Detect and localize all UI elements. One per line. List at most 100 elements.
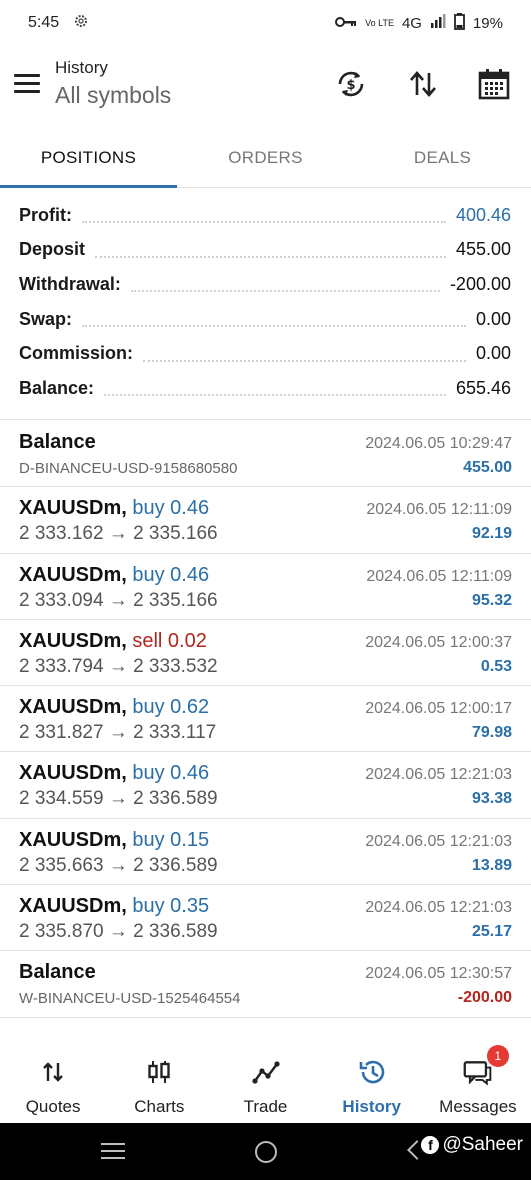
item-title: XAUUSDm, buy 0.15 xyxy=(19,829,209,852)
list-item[interactable]: XAUUSDm, sell 0.02 2 333.794 → 2 333.532… xyxy=(0,620,531,687)
item-time: 2024.06.05 12:11:09 xyxy=(366,567,512,585)
tab-positions[interactable]: POSITIONS xyxy=(0,128,177,188)
list-item[interactable]: XAUUSDm, buy 0.15 2 335.663 → 2 336.589 … xyxy=(0,819,531,886)
summary-value: 455.00 xyxy=(455,239,511,260)
item-amount: 95.32 xyxy=(471,591,512,609)
item-amount: 13.89 xyxy=(471,856,512,874)
item-prices: 2 335.870 → 2 336.589 xyxy=(19,921,218,943)
list-item[interactable]: XAUUSDm, buy 0.46 2 334.559 → 2 336.589 … xyxy=(0,752,531,819)
list-item[interactable]: XAUUSDm, buy 0.62 2 331.827 → 2 333.117 … xyxy=(0,686,531,753)
summary-label: Withdrawal: xyxy=(19,273,121,294)
status-bar: 5:45 Vo LTE 4G 19% xyxy=(0,0,531,46)
item-amount: 79.98 xyxy=(471,724,512,742)
item-amount: 93.38 xyxy=(471,790,512,808)
nav-label: Charts xyxy=(134,1097,185,1116)
item-amount: 25.17 xyxy=(471,923,512,941)
sync-currency-icon[interactable]: $ xyxy=(331,64,371,104)
recent-apps-icon[interactable] xyxy=(101,1143,125,1164)
tab-orders[interactable]: ORDERS xyxy=(177,128,354,187)
battery-percent: 19% xyxy=(472,14,503,32)
list-item[interactable]: XAUUSDm, buy 0.46 2 333.162 → 2 335.166 … xyxy=(0,487,531,554)
summary-row-commission: Commission: 0.00 xyxy=(0,336,531,371)
item-title: XAUUSDm, sell 0.02 xyxy=(19,630,207,653)
nav-label: History xyxy=(342,1097,401,1116)
sort-icon[interactable] xyxy=(403,64,443,104)
item-title: XAUUSDm, buy 0.46 xyxy=(19,564,209,587)
summary-row-swap: Swap: 0.00 xyxy=(0,302,531,337)
item-comment: W-BINANCEU-USD-1525464554 xyxy=(19,990,241,1008)
summary-label: Swap: xyxy=(19,308,73,329)
item-symbol: XAUUSDm, xyxy=(19,696,127,719)
item-time: 2024.06.05 12:30:57 xyxy=(365,965,512,983)
summary-label: Commission: xyxy=(19,343,134,364)
home-icon[interactable] xyxy=(255,1141,277,1163)
item-action: buy 0.46 xyxy=(132,563,210,586)
tab-deals[interactable]: DEALS xyxy=(354,128,531,187)
nav-messages[interactable]: 1 Messages xyxy=(425,1045,531,1123)
nav-trade[interactable]: Trade xyxy=(212,1045,318,1123)
summary-label: Deposit xyxy=(19,239,86,260)
summary-value: -200.00 xyxy=(449,273,511,294)
item-title: XAUUSDm, buy 0.35 xyxy=(19,895,209,918)
list-item[interactable]: XAUUSDm, buy 0.46 2 333.094 → 2 335.166 … xyxy=(0,554,531,620)
bottom-navigation: Quotes Charts Trade History 1 Messages xyxy=(0,1045,531,1123)
item-prices: 2 333.094 → 2 335.166 xyxy=(19,589,218,611)
trade-icon xyxy=(251,1057,281,1087)
nav-history[interactable]: History xyxy=(319,1045,425,1123)
item-time: 2024.06.05 12:21:03 xyxy=(365,832,512,850)
page-title: History xyxy=(55,58,108,77)
item-symbol: XAUUSDm, xyxy=(19,629,127,652)
item-symbol: XAUUSDm, xyxy=(19,828,127,851)
dotted-leader xyxy=(95,238,446,258)
svg-text:$: $ xyxy=(346,78,355,93)
summary-value: 0.00 xyxy=(475,343,511,364)
dotted-leader xyxy=(82,307,466,328)
account-summary: Profit: 400.46 Deposit 455.00 Withdrawal… xyxy=(0,198,531,406)
facebook-logo-icon: f xyxy=(421,1136,440,1154)
summary-row-withdrawal: Withdrawal: -200.00 xyxy=(0,267,531,302)
app-bar: History All symbols $ xyxy=(0,46,531,128)
calendar-icon[interactable] xyxy=(474,64,514,104)
item-prices: 2 333.162 → 2 335.166 xyxy=(19,523,218,545)
nav-label: Quotes xyxy=(25,1097,81,1116)
summary-value: 655.46 xyxy=(455,377,511,398)
volte-label: Vo LTE xyxy=(365,17,394,28)
item-title: XAUUSDm, buy 0.46 xyxy=(19,762,209,785)
item-symbol: XAUUSDm, xyxy=(19,895,127,918)
battery-icon xyxy=(454,12,465,34)
summary-label: Profit: xyxy=(19,204,72,225)
charts-icon xyxy=(144,1057,174,1087)
item-amount: 92.19 xyxy=(471,525,512,543)
summary-row-deposit: Deposit 455.00 xyxy=(0,233,531,268)
item-amount: -200.00 xyxy=(457,989,512,1007)
item-prices: 2 333.794 → 2 333.532 xyxy=(19,655,218,677)
tab-bar: POSITIONS ORDERS DEALS xyxy=(0,128,531,188)
item-time: 2024.06.05 10:29:47 xyxy=(365,435,512,452)
item-symbol: XAUUSDm, xyxy=(19,497,127,520)
network-type: 4G xyxy=(401,14,422,32)
list-item[interactable]: Balance W-BINANCEU-USD-1525464554 2024.0… xyxy=(0,951,531,1018)
item-time: 2024.06.05 12:00:17 xyxy=(365,700,512,718)
item-symbol: XAUUSDm, xyxy=(19,563,127,586)
nav-charts[interactable]: Charts xyxy=(106,1045,212,1123)
watermark: f @Saheer xyxy=(421,1134,523,1156)
item-title: Balance xyxy=(19,431,96,453)
key-icon xyxy=(335,15,357,32)
item-action: sell 0.02 xyxy=(132,629,207,652)
list-item[interactable]: Balance D-BINANCEU-USD-9158680580 2024.0… xyxy=(0,421,531,488)
unread-badge: 1 xyxy=(486,1045,509,1067)
settings-gear-icon xyxy=(73,13,89,34)
list-item[interactable]: XAUUSDm, buy 0.35 2 335.870 → 2 336.589 … xyxy=(0,885,531,952)
item-title: XAUUSDm, buy 0.62 xyxy=(19,696,209,719)
item-amount: 455.00 xyxy=(463,459,512,476)
symbol-filter[interactable]: All symbols xyxy=(55,82,171,109)
nav-label: Messages xyxy=(439,1097,517,1116)
nav-quotes[interactable]: Quotes xyxy=(0,1045,106,1123)
watermark-text: @Saheer xyxy=(442,1134,523,1155)
item-title: Balance xyxy=(19,961,96,984)
item-time: 2024.06.05 12:00:37 xyxy=(365,633,512,651)
nav-label: Trade xyxy=(243,1097,288,1116)
history-icon xyxy=(357,1057,387,1087)
summary-value: 400.46 xyxy=(455,204,511,225)
hamburger-menu-icon[interactable] xyxy=(14,74,40,94)
